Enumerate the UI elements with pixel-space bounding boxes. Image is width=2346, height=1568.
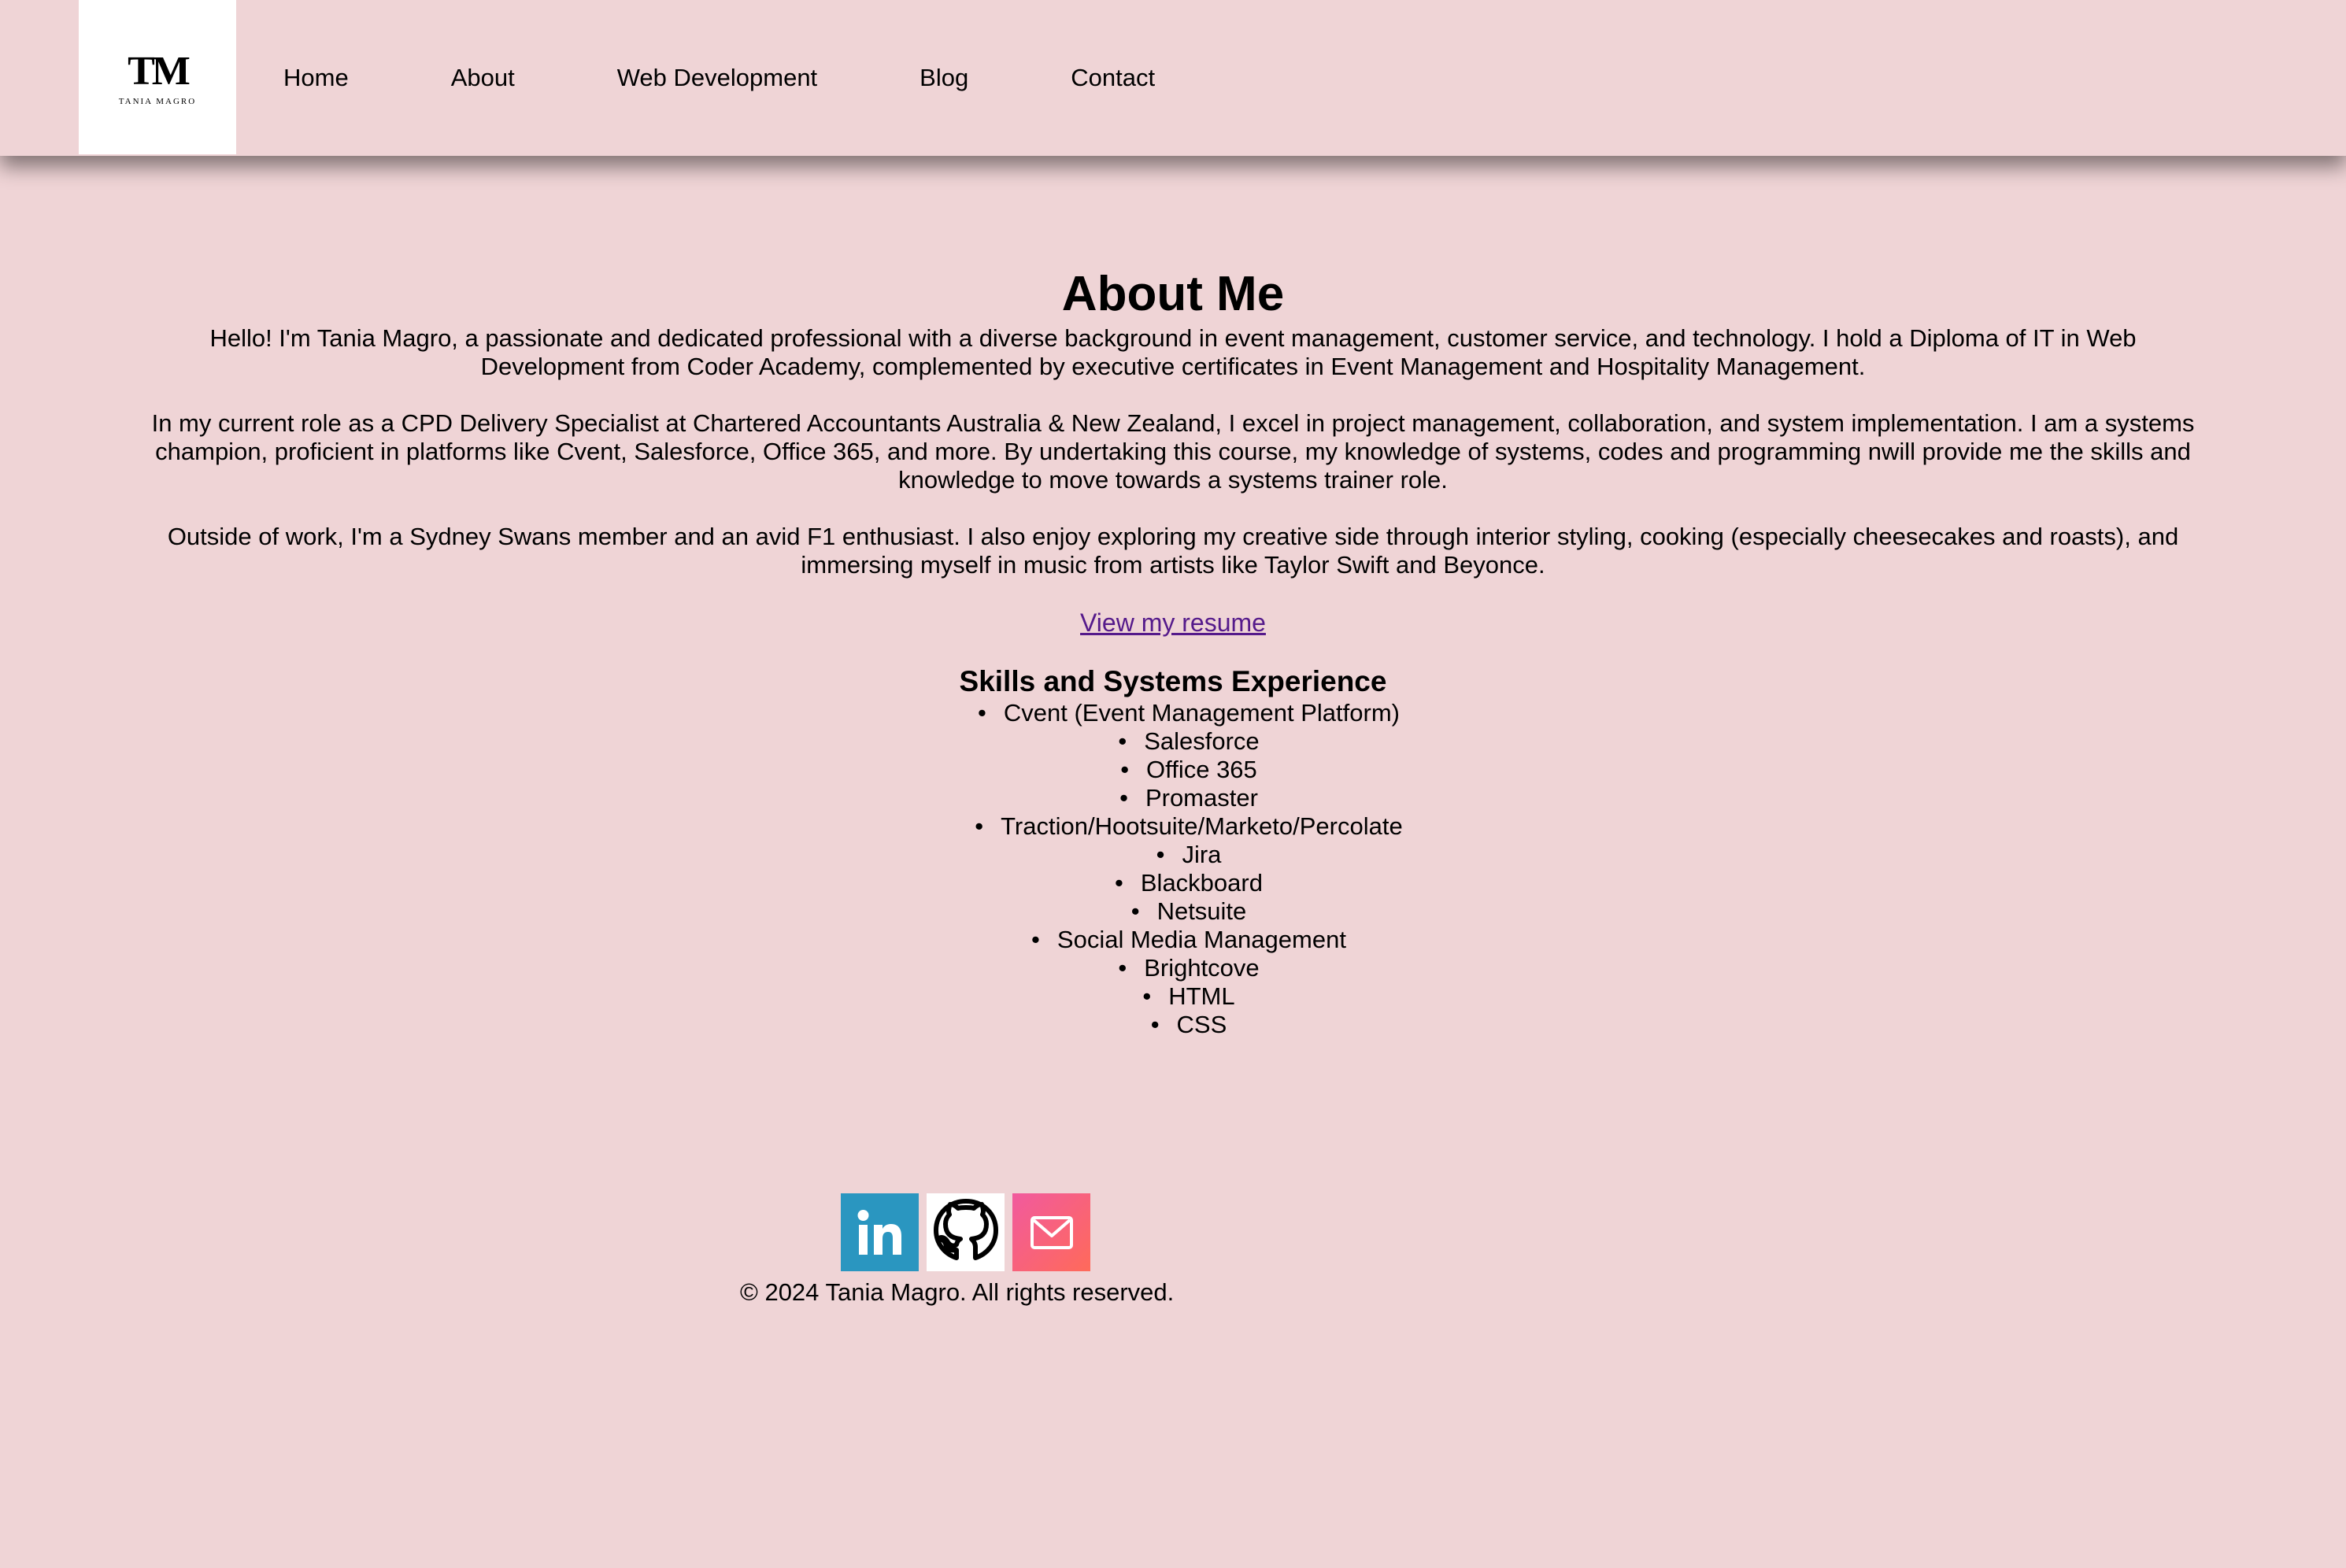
skills-list: Cvent (Event Management Platform) Salesf… (897, 699, 1480, 1039)
linkedin-icon[interactable] (841, 1193, 919, 1271)
skill-item: HTML (897, 982, 1480, 1011)
skill-item: Cvent (Event Management Platform) (897, 699, 1480, 727)
about-paragraph-role: In my current role as a CPD Delivery Spe… (151, 409, 2195, 494)
nav-home[interactable]: Home (283, 64, 349, 92)
site-logo[interactable]: TM TANIA MAGRO (79, 0, 236, 154)
about-paragraph-personal: Outside of work, I'm a Sydney Swans memb… (167, 523, 2179, 579)
skill-item: CSS (897, 1011, 1480, 1039)
page-title: About Me (1061, 267, 1285, 321)
site-header: TM TANIA MAGRO Home About Web Developmen… (0, 0, 2346, 156)
main-nav: Home About Web Development Blog Contact (283, 0, 1257, 156)
skill-item: Office 365 (897, 756, 1480, 784)
nav-contact[interactable]: Contact (1071, 64, 1155, 92)
view-resume-link[interactable]: View my resume (1080, 608, 1266, 637)
skill-item: Salesforce (897, 727, 1480, 756)
skill-item: Blackboard (897, 869, 1480, 897)
skill-item: Traction/Hootsuite/Marketo/Percolate (897, 812, 1480, 841)
nav-blog[interactable]: Blog (920, 64, 968, 92)
about-paragraph-intro: Hello! I'm Tania Magro, a passionate and… (209, 324, 2137, 380)
social-links (841, 1193, 1090, 1271)
skill-item: Jira (897, 841, 1480, 869)
nav-web-development[interactable]: Web Development (617, 64, 817, 92)
logo-name: TANIA MAGRO (118, 97, 197, 106)
skills-title: Skills and Systems Experience (959, 665, 1387, 697)
skill-item: Netsuite (897, 897, 1480, 926)
mail-icon[interactable] (1012, 1193, 1090, 1271)
skill-item: Promaster (897, 784, 1480, 812)
nav-about[interactable]: About (451, 64, 515, 92)
github-icon[interactable] (927, 1193, 1005, 1271)
copyright-text: © 2024 Tania Magro. All rights reserved. (740, 1278, 1175, 1306)
skill-item: Brightcove (897, 954, 1480, 982)
logo-mark: TM (128, 49, 191, 94)
resume-link-wrapper: View my resume (0, 608, 2346, 638)
skill-item: Social Media Management (897, 926, 1480, 954)
